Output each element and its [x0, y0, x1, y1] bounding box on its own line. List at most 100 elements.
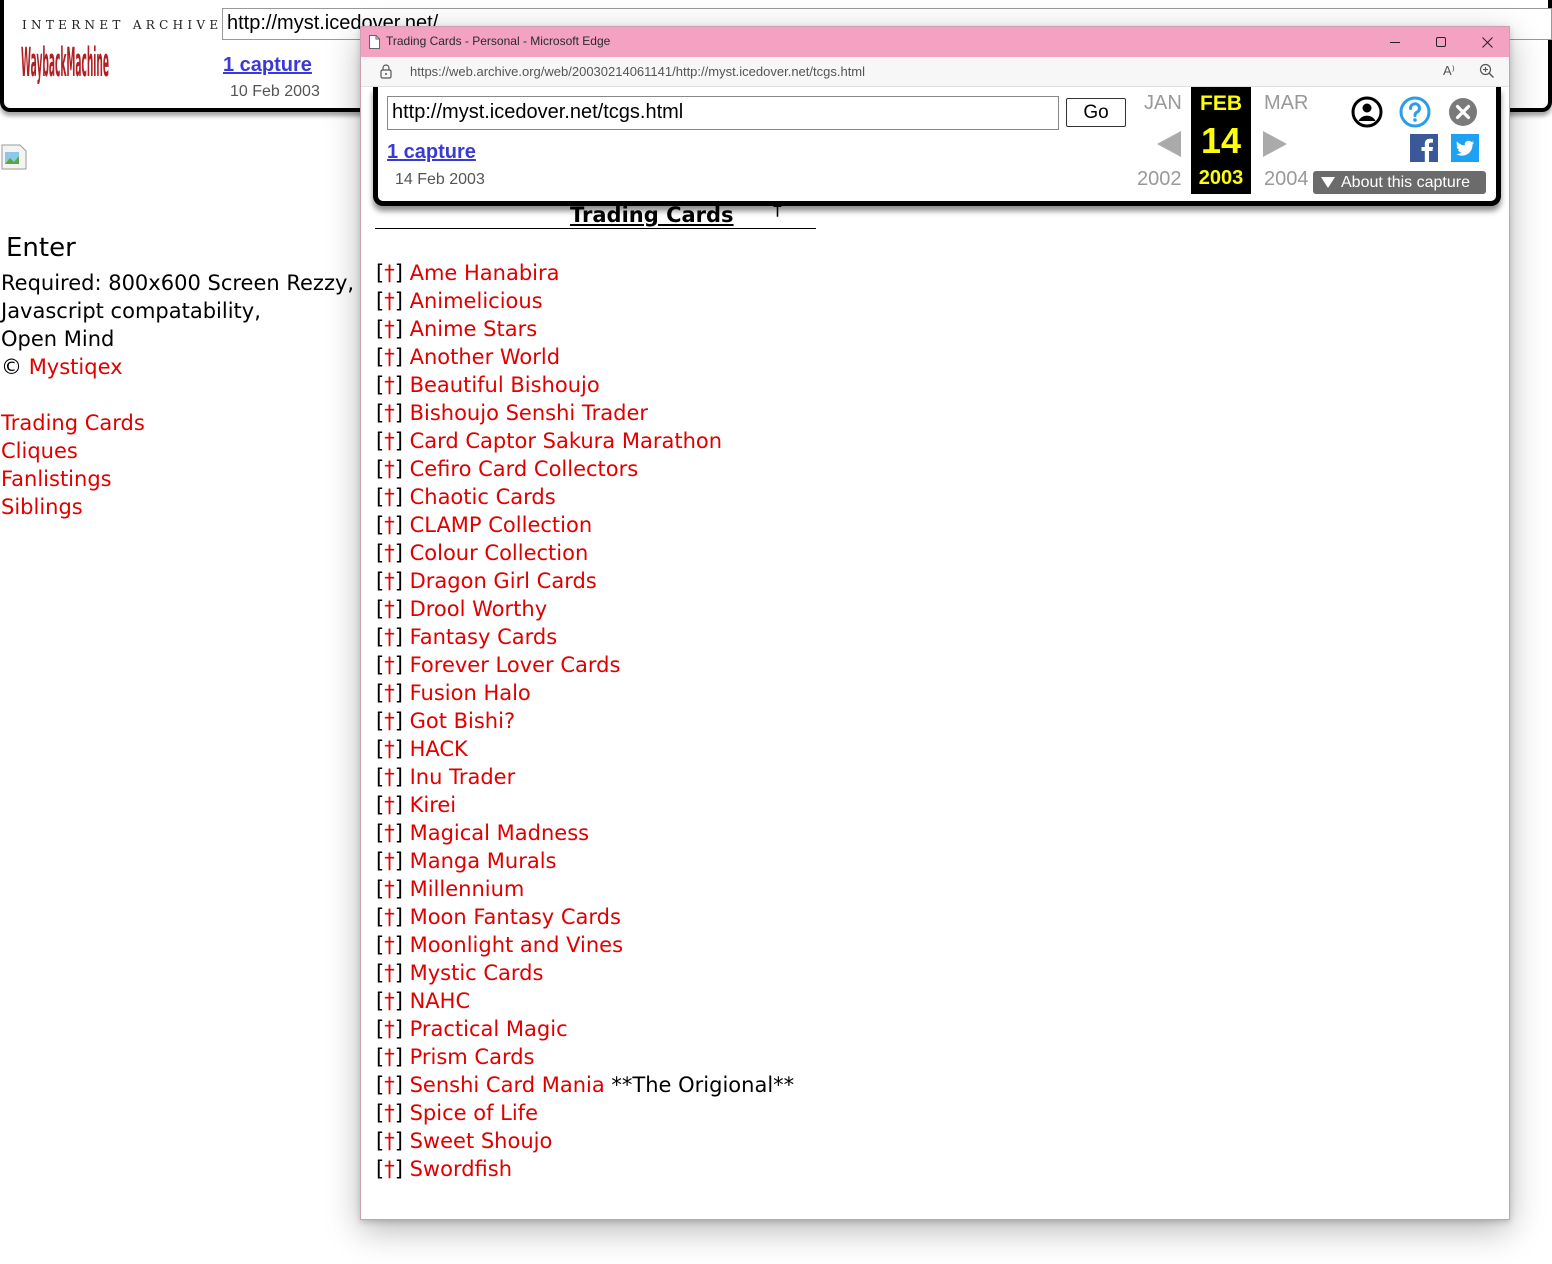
tcg-link[interactable]: Fusion Halo: [410, 681, 531, 705]
bracket-close: ]: [394, 653, 403, 677]
wayback-machine-logo[interactable]: WaybackMachine: [21, 32, 201, 84]
tcg-link[interactable]: Prism Cards: [410, 1045, 535, 1069]
tcg-link[interactable]: Inu Trader: [410, 765, 516, 789]
tcg-link[interactable]: Sweet Shoujo: [410, 1129, 553, 1153]
maximize-button[interactable]: [1418, 27, 1464, 57]
nav-trading-cards[interactable]: Trading Cards: [1, 409, 145, 437]
tcg-link[interactable]: Moon Fantasy Cards: [410, 905, 621, 929]
tcg-note: **The Origional**: [611, 1073, 795, 1097]
dagger-icon: †: [384, 597, 395, 621]
broken-image-icon: [1, 144, 27, 170]
enter-link[interactable]: Enter: [6, 233, 76, 263]
bracket-close: ]: [394, 961, 403, 985]
close-toolbar-icon[interactable]: [1447, 96, 1479, 128]
user-account-icon[interactable]: [1351, 96, 1383, 128]
tcg-link[interactable]: Manga Murals: [410, 849, 557, 873]
tcg-link[interactable]: Swordfish: [410, 1157, 512, 1181]
tcg-link[interactable]: Colour Collection: [410, 541, 589, 565]
tcg-link[interactable]: Senshi Card Mania: [410, 1073, 605, 1097]
bracket-open: [: [376, 821, 385, 845]
background-capture-link[interactable]: 1 capture: [223, 54, 312, 77]
dagger-icon: †: [384, 1157, 395, 1181]
close-icon: [1481, 36, 1493, 48]
list-item: [†] Moonlight and Vines: [376, 931, 794, 959]
tcg-link[interactable]: HACK: [410, 737, 468, 761]
minimize-button[interactable]: [1372, 27, 1418, 57]
tcg-link[interactable]: Magical Madness: [410, 821, 590, 845]
dagger-icon: †: [384, 1101, 395, 1125]
tcg-link[interactable]: NAHC: [410, 989, 471, 1013]
help-icon[interactable]: [1399, 96, 1431, 128]
bracket-open: [: [376, 1073, 385, 1097]
tcg-link[interactable]: Bishoujo Senshi Trader: [410, 401, 648, 425]
copyright-author-link[interactable]: Mystiqex: [29, 355, 123, 379]
close-window-button[interactable]: [1464, 27, 1509, 57]
twitter-icon[interactable]: [1451, 134, 1479, 162]
tcg-link[interactable]: Cefiro Card Collectors: [410, 457, 639, 481]
capture-count-link[interactable]: 1 capture: [387, 141, 476, 164]
nav-fanlistings[interactable]: Fanlistings: [1, 465, 145, 493]
wayback-url-input[interactable]: http://myst.icedover.net/tcgs.html: [387, 96, 1059, 130]
internet-archive-text: INTERNET ARCHIVE: [22, 18, 223, 32]
dagger-icon: †: [384, 989, 395, 1013]
bracket-open: [: [376, 429, 385, 453]
tcg-link[interactable]: Millennium: [410, 877, 525, 901]
tcg-link[interactable]: Card Captor Sakura Marathon: [410, 429, 722, 453]
next-year-label[interactable]: 2004: [1264, 168, 1309, 191]
tcg-link[interactable]: Mystic Cards: [410, 961, 544, 985]
tcg-link[interactable]: Practical Magic: [410, 1017, 568, 1041]
tcg-link[interactable]: Kirei: [410, 793, 457, 817]
nav-cliques[interactable]: Cliques: [1, 437, 145, 465]
lock-icon[interactable]: [380, 64, 392, 79]
dagger-icon: †: [384, 793, 395, 817]
prev-capture-arrow-icon[interactable]: [1155, 129, 1183, 159]
tcg-link[interactable]: Ame Hanabira: [410, 261, 560, 285]
page-title: Trading Cards: [570, 203, 734, 227]
bracket-open: [: [376, 737, 385, 761]
next-month-label[interactable]: MAR: [1264, 92, 1308, 115]
tcg-link[interactable]: Anime Stars: [410, 317, 538, 341]
tcg-link[interactable]: Spice of Life: [410, 1101, 538, 1125]
tcg-link[interactable]: Moonlight and Vines: [410, 933, 623, 957]
tcg-link[interactable]: Forever Lover Cards: [410, 653, 621, 677]
bracket-open: [: [376, 1129, 385, 1153]
bracket-open: [: [376, 261, 385, 285]
bracket-open: [: [376, 989, 385, 1013]
bracket-open: [: [376, 653, 385, 677]
dagger-icon: †: [384, 933, 395, 957]
window-titlebar[interactable]: Trading Cards - Personal - Microsoft Edg…: [361, 27, 1509, 57]
read-aloud-icon[interactable]: A⁾: [1443, 63, 1455, 79]
bracket-close: ]: [394, 317, 403, 341]
bracket-open: [: [376, 457, 385, 481]
address-url[interactable]: https://web.archive.org/web/200302140611…: [410, 64, 865, 79]
bracket-open: [: [376, 681, 385, 705]
bracket-close: ]: [394, 737, 403, 761]
dagger-icon: †: [384, 681, 395, 705]
tcg-link[interactable]: Animelicious: [410, 289, 543, 313]
bracket-open: [: [376, 373, 385, 397]
go-button[interactable]: Go: [1066, 98, 1126, 127]
prev-year-label[interactable]: 2002: [1137, 168, 1182, 191]
tcg-link[interactable]: Drool Worthy: [410, 597, 548, 621]
dagger-icon: †: [384, 289, 395, 313]
tcg-link[interactable]: Dragon Girl Cards: [410, 569, 597, 593]
facebook-icon[interactable]: [1410, 134, 1438, 162]
bracket-close: ]: [394, 513, 403, 537]
tcg-link[interactable]: Fantasy Cards: [410, 625, 558, 649]
bracket-close: ]: [394, 373, 403, 397]
about-capture-button[interactable]: About this capture: [1313, 171, 1486, 194]
list-item: [†] Cefiro Card Collectors: [376, 455, 794, 483]
tcg-link[interactable]: Another World: [410, 345, 560, 369]
dagger-icon: †: [384, 429, 395, 453]
next-capture-arrow-icon[interactable]: [1261, 129, 1289, 159]
prev-month-label[interactable]: JAN: [1144, 92, 1182, 115]
address-bar: https://web.archive.org/web/200302140611…: [361, 57, 1509, 87]
bracket-open: [: [376, 849, 385, 873]
tcg-link[interactable]: Chaotic Cards: [410, 485, 556, 509]
tcg-link[interactable]: CLAMP Collection: [410, 513, 593, 537]
tcg-link[interactable]: Got Bishi?: [410, 709, 516, 733]
nav-siblings[interactable]: Siblings: [1, 493, 145, 521]
bracket-open: [: [376, 933, 385, 957]
zoom-icon[interactable]: [1479, 63, 1495, 79]
tcg-link[interactable]: Beautiful Bishoujo: [410, 373, 600, 397]
